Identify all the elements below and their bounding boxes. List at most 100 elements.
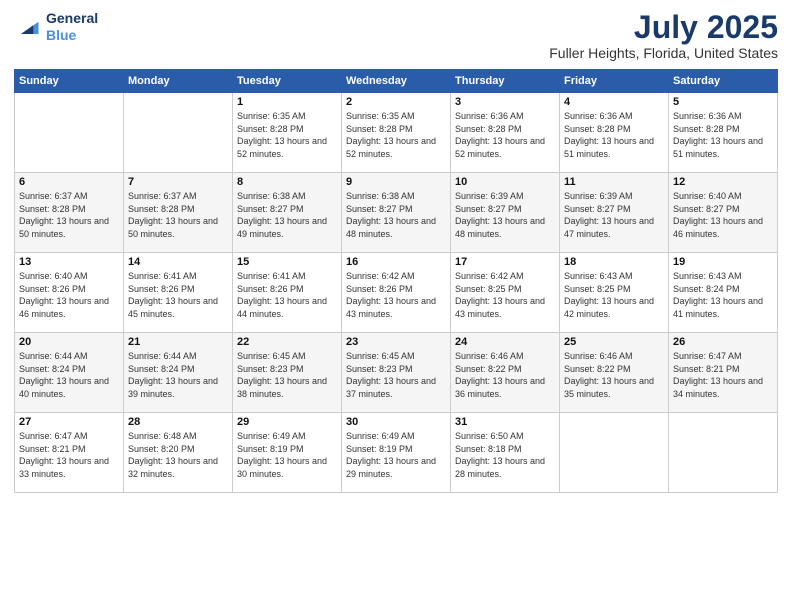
day-cell: 25 Sunrise: 6:46 AMSunset: 8:22 PMDayligh… [560, 333, 669, 413]
day-info: Sunrise: 6:39 AMSunset: 8:27 PMDaylight:… [455, 190, 555, 240]
day-number: 19 [673, 256, 773, 268]
day-cell [15, 93, 124, 173]
day-number: 30 [346, 416, 446, 428]
day-number: 1 [237, 96, 337, 108]
day-cell: 7Sunrise: 6:37 AMSunset: 8:28 PMDaylight… [124, 173, 233, 253]
day-cell: 17 Sunrise: 6:42 AMSunset: 8:25 PMDayligh… [451, 253, 560, 333]
day-cell: 9Sunrise: 6:38 AMSunset: 8:27 PMDaylight… [342, 173, 451, 253]
day-info: Sunrise: 6:44 AMSunset: 8:24 PMDaylight:… [128, 350, 228, 400]
day-info: Sunrise: 6:41 AMSunset: 8:26 PMDaylight:… [237, 270, 337, 320]
day-number: 26 [673, 336, 773, 348]
day-cell: 24Sunrise: 6:46 AMSunset: 8:22 PMDayligh… [451, 333, 560, 413]
day-cell: 26Sunrise: 6:47 AMSunset: 8:21 PMDayligh… [669, 333, 778, 413]
weekday-row: SundayMondayTuesdayWednesdayThursdayFrid… [15, 70, 778, 93]
day-number: 22 [237, 336, 337, 348]
day-info: Sunrise: 6:43 AMSunset: 8:25 PMDaylight:… [564, 270, 664, 320]
day-number: 17 [455, 256, 555, 268]
day-cell: 22 Sunrise: 6:45 AMSunset: 8:23 PMDayligh… [233, 333, 342, 413]
day-info: Sunrise: 6:35 AMSunset: 8:28 PMDaylight:… [237, 110, 337, 160]
day-info: Sunrise: 6:42 AMSunset: 8:25 PMDaylight:… [455, 270, 555, 320]
day-info: Sunrise: 6:47 AMSunset: 8:21 PMDaylight:… [19, 430, 119, 480]
day-number: 8 [237, 176, 337, 188]
calendar-header: SundayMondayTuesdayWednesdayThursdayFrid… [15, 70, 778, 93]
weekday-header-tuesday: Tuesday [233, 70, 342, 93]
weekday-header-monday: Monday [124, 70, 233, 93]
day-info: Sunrise: 6:36 AMSunset: 8:28 PMDaylight:… [564, 110, 664, 160]
day-number: 20 [19, 336, 119, 348]
day-info: Sunrise: 6:40 AMSunset: 8:26 PMDaylight:… [19, 270, 119, 320]
day-cell: 31 Sunrise: 6:50 AMSunset: 8:18 PMDayligh… [451, 413, 560, 493]
logo-text: General Blue [46, 10, 98, 44]
day-cell: 15 Sunrise: 6:41 AMSunset: 8:26 PMDayligh… [233, 253, 342, 333]
day-cell: 23 Sunrise: 6:45 AMSunset: 8:23 PMDayligh… [342, 333, 451, 413]
day-number: 10 [455, 176, 555, 188]
day-info: Sunrise: 6:49 AMSunset: 8:19 PMDaylight:… [237, 430, 337, 480]
week-row-4: 20 Sunrise: 6:44 AMSunset: 8:24 PMDayligh… [15, 333, 778, 413]
title-block: July 2025 Fuller Heights, Florida, Unite… [549, 10, 778, 61]
day-cell: 6 Sunrise: 6:37 AMSunset: 8:28 PMDaylight… [15, 173, 124, 253]
day-info: Sunrise: 6:38 AMSunset: 8:27 PMDaylight:… [346, 190, 446, 240]
weekday-header-wednesday: Wednesday [342, 70, 451, 93]
day-cell: 5 Sunrise: 6:36 AMSunset: 8:28 PMDaylight… [669, 93, 778, 173]
day-info: Sunrise: 6:48 AMSunset: 8:20 PMDaylight:… [128, 430, 228, 480]
week-row-2: 6 Sunrise: 6:37 AMSunset: 8:28 PMDaylight… [15, 173, 778, 253]
day-cell: 16 Sunrise: 6:42 AMSunset: 8:26 PMDayligh… [342, 253, 451, 333]
day-cell: 3 Sunrise: 6:36 AMSunset: 8:28 PMDaylight… [451, 93, 560, 173]
week-row-1: 1 Sunrise: 6:35 AMSunset: 8:28 PMDaylight… [15, 93, 778, 173]
day-cell: 27 Sunrise: 6:47 AMSunset: 8:21 PMDayligh… [15, 413, 124, 493]
day-number: 27 [19, 416, 119, 428]
day-info: Sunrise: 6:38 AMSunset: 8:27 PMDaylight:… [237, 190, 337, 240]
day-info: Sunrise: 6:45 AMSunset: 8:23 PMDaylight:… [346, 350, 446, 400]
day-info: Sunrise: 6:39 AMSunset: 8:27 PMDaylight:… [564, 190, 664, 240]
weekday-header-saturday: Saturday [669, 70, 778, 93]
day-info: Sunrise: 6:37 AMSunset: 8:28 PMDaylight:… [19, 190, 119, 240]
day-info: Sunrise: 6:36 AMSunset: 8:28 PMDaylight:… [455, 110, 555, 160]
week-row-5: 27 Sunrise: 6:47 AMSunset: 8:21 PMDayligh… [15, 413, 778, 493]
day-cell: 20 Sunrise: 6:44 AMSunset: 8:24 PMDayligh… [15, 333, 124, 413]
day-cell: 10 Sunrise: 6:39 AMSunset: 8:27 PMDayligh… [451, 173, 560, 253]
day-info: Sunrise: 6:45 AMSunset: 8:23 PMDaylight:… [237, 350, 337, 400]
day-cell: 18Sunrise: 6:43 AMSunset: 8:25 PMDayligh… [560, 253, 669, 333]
day-cell: 30 Sunrise: 6:49 AMSunset: 8:19 PMDayligh… [342, 413, 451, 493]
location-title: Fuller Heights, Florida, United States [549, 45, 778, 61]
day-number: 15 [237, 256, 337, 268]
day-number: 3 [455, 96, 555, 108]
day-number: 7 [128, 176, 228, 188]
calendar-body: 1 Sunrise: 6:35 AMSunset: 8:28 PMDaylight… [15, 93, 778, 493]
day-info: Sunrise: 6:46 AMSunset: 8:22 PMDaylight:… [564, 350, 664, 400]
logo-line2: Blue [46, 27, 98, 44]
day-info: Sunrise: 6:40 AMSunset: 8:27 PMDaylight:… [673, 190, 773, 240]
day-number: 2 [346, 96, 446, 108]
day-cell [669, 413, 778, 493]
day-cell: 29 Sunrise: 6:49 AMSunset: 8:19 PMDayligh… [233, 413, 342, 493]
day-cell: 28Sunrise: 6:48 AMSunset: 8:20 PMDayligh… [124, 413, 233, 493]
page: General Blue July 2025 Fuller Heights, F… [0, 0, 792, 612]
day-cell: 1 Sunrise: 6:35 AMSunset: 8:28 PMDaylight… [233, 93, 342, 173]
logo-line1: General [46, 10, 98, 27]
logo: General Blue [14, 10, 98, 44]
day-info: Sunrise: 6:36 AMSunset: 8:28 PMDaylight:… [673, 110, 773, 160]
month-title: July 2025 [549, 10, 778, 45]
day-number: 31 [455, 416, 555, 428]
day-number: 4 [564, 96, 664, 108]
day-number: 12 [673, 176, 773, 188]
day-number: 16 [346, 256, 446, 268]
weekday-header-thursday: Thursday [451, 70, 560, 93]
day-number: 5 [673, 96, 773, 108]
day-number: 23 [346, 336, 446, 348]
day-info: Sunrise: 6:44 AMSunset: 8:24 PMDaylight:… [19, 350, 119, 400]
day-cell: 2Sunrise: 6:35 AMSunset: 8:28 PMDaylight… [342, 93, 451, 173]
day-number: 24 [455, 336, 555, 348]
day-number: 25 [564, 336, 664, 348]
day-cell [124, 93, 233, 173]
day-number: 29 [237, 416, 337, 428]
day-number: 6 [19, 176, 119, 188]
weekday-header-friday: Friday [560, 70, 669, 93]
day-cell: 12 Sunrise: 6:40 AMSunset: 8:27 PMDayligh… [669, 173, 778, 253]
day-number: 14 [128, 256, 228, 268]
day-info: Sunrise: 6:41 AMSunset: 8:26 PMDaylight:… [128, 270, 228, 320]
day-info: Sunrise: 6:42 AMSunset: 8:26 PMDaylight:… [346, 270, 446, 320]
day-info: Sunrise: 6:49 AMSunset: 8:19 PMDaylight:… [346, 430, 446, 480]
day-cell: 21Sunrise: 6:44 AMSunset: 8:24 PMDayligh… [124, 333, 233, 413]
day-info: Sunrise: 6:50 AMSunset: 8:18 PMDaylight:… [455, 430, 555, 480]
